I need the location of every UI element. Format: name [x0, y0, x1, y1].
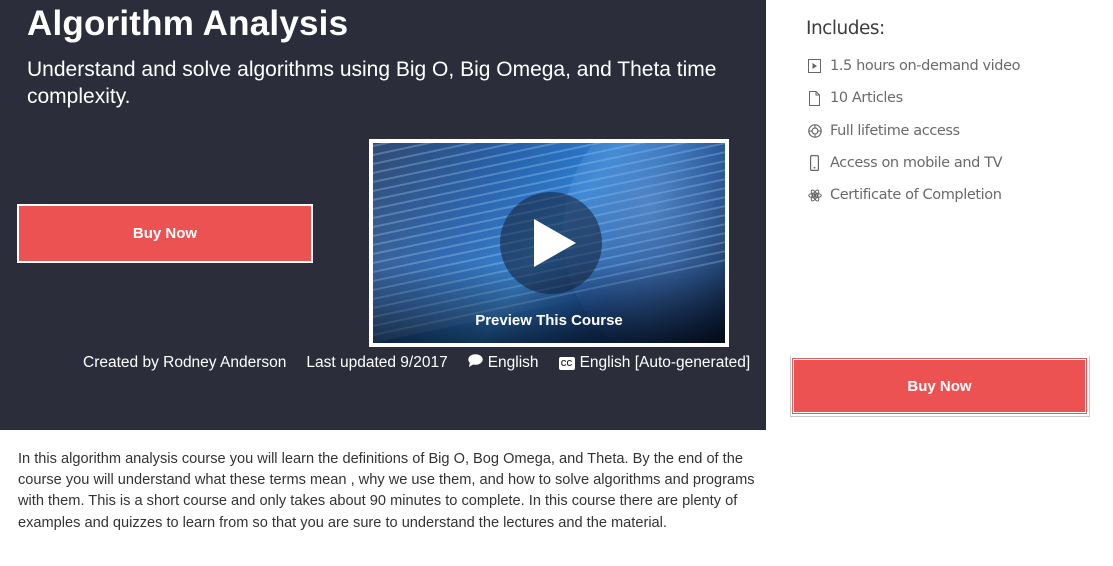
buy-now-button[interactable]: Buy Now — [17, 204, 313, 263]
language-text: English — [487, 354, 539, 371]
play-icon[interactable] — [500, 192, 602, 294]
sidebar-buy-now-button[interactable]: Buy Now — [793, 359, 1086, 413]
includes-list: 1.5 hours on-demand video 10 Articles Fu… — [806, 50, 1020, 211]
course-preview-video[interactable]: Preview This Course — [369, 139, 729, 347]
includes-heading: Includes: — [806, 18, 885, 39]
list-item: Access on mobile and TV — [806, 147, 1020, 179]
last-updated-text: Last updated 9/2017 — [306, 354, 448, 371]
list-item: 10 Articles — [806, 82, 1020, 114]
course-description: In this algorithm analysis course you wi… — [18, 451, 755, 531]
list-item: Certificate of Completion — [806, 179, 1020, 211]
preview-course-label[interactable]: Preview This Course — [373, 312, 725, 329]
created-by-text: Created by Rodney Anderson — [83, 354, 287, 371]
course-subtitle: Understand and solve algorithms using Bi… — [27, 58, 717, 108]
course-meta: Created by Rodney Anderson Last updated … — [83, 354, 750, 372]
certificate-icon — [806, 188, 823, 203]
captions-text: English [Auto-generated] — [579, 354, 751, 371]
list-item: 1.5 hours on-demand video — [806, 50, 1020, 82]
lifetime-icon — [806, 123, 823, 138]
closed-captions-icon: CC — [558, 356, 575, 370]
video-icon — [806, 59, 823, 74]
course-title: Algorithm Analysis — [27, 4, 349, 43]
list-item: Full lifetime access — [806, 115, 1020, 147]
mobile-icon — [806, 155, 823, 172]
speech-bubble-icon — [468, 354, 483, 372]
course-hero: Algorithm Analysis Understand and solve … — [0, 0, 766, 430]
article-icon — [806, 90, 823, 106]
